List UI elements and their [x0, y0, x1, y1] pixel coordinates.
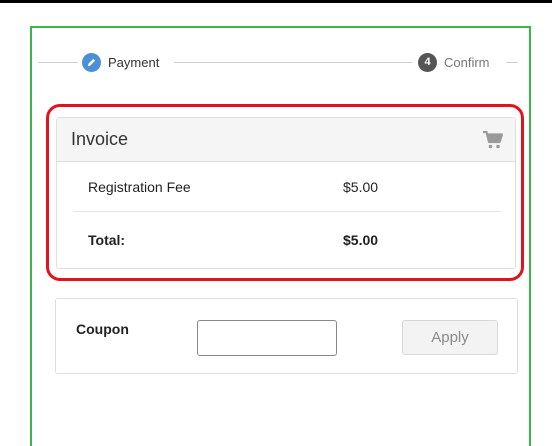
- coupon-input[interactable]: [197, 320, 337, 356]
- coupon-panel: Coupon Apply: [55, 298, 518, 374]
- invoice-row-value: $5.00: [343, 232, 379, 248]
- top-divider: [0, 0, 552, 3]
- invoice-row-label: Registration Fee: [88, 178, 191, 195]
- pencil-icon: [82, 52, 101, 72]
- step-label: Confirm: [444, 54, 490, 70]
- invoice-row-label: Total:: [88, 232, 126, 248]
- invoice-header: Invoice: [57, 118, 515, 162]
- step-payment[interactable]: Payment: [82, 52, 159, 72]
- invoice-row-value: $5.00: [343, 178, 379, 195]
- checkout-stepper: Payment 4 Confirm: [38, 48, 518, 76]
- invoice-panel: Invoice Registration Fee $5.00 Total: $5…: [56, 117, 516, 269]
- shopping-cart-icon: [483, 130, 503, 148]
- coupon-label: Coupon: [76, 321, 129, 337]
- invoice-title: Invoice: [71, 129, 129, 149]
- step-number-badge: 4: [418, 52, 437, 72]
- stepper-line: [174, 62, 412, 63]
- stepper-line: [506, 62, 518, 63]
- apply-coupon-button[interactable]: Apply: [402, 320, 498, 355]
- invoice-row-total: Total: $5.00: [73, 215, 501, 265]
- step-confirm[interactable]: 4 Confirm: [418, 52, 490, 72]
- stepper-line: [38, 62, 78, 63]
- step-label: Payment: [108, 54, 160, 70]
- invoice-row-registration-fee: Registration Fee $5.00: [73, 162, 501, 212]
